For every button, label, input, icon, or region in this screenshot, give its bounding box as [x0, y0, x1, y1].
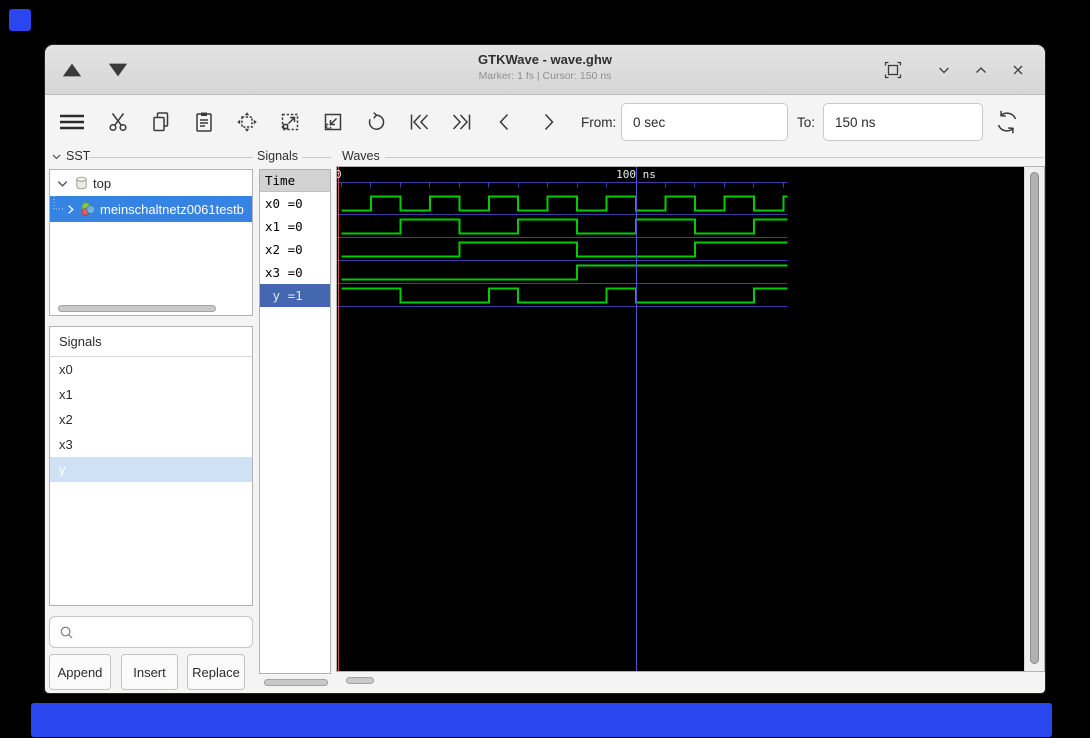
sst-frame-label: SST: [51, 149, 90, 163]
wave-hscrollbar[interactable]: [346, 677, 374, 684]
signal-row-x3[interactable]: x3 =0: [260, 261, 330, 284]
collapse-chevron-icon[interactable]: [56, 177, 69, 190]
wave-vscrollbar-track: [1024, 167, 1044, 671]
sst-header-text: SST: [66, 149, 91, 163]
zoom-out-icon: [324, 113, 342, 131]
browser-signal-y[interactable]: y: [50, 457, 252, 482]
menu-button[interactable]: [57, 110, 87, 134]
from-input[interactable]: [621, 103, 788, 141]
step-left-icon: [499, 113, 509, 131]
skip-to-start-icon: [410, 114, 429, 130]
signal-pane-hscrollbar-track: [259, 678, 331, 688]
wave-canvas[interactable]: 0 100 ns: [337, 167, 1024, 671]
signals-frame-line: [302, 157, 331, 158]
to-label: To:: [797, 114, 816, 130]
titlebar: GTKWave - wave.ghw Marker: 1 fs | Cursor…: [45, 45, 1045, 95]
reload-icon: [997, 110, 1017, 134]
signal-pane-hscrollbar[interactable]: [264, 679, 328, 686]
paste-button[interactable]: [192, 110, 216, 134]
tree-item-top[interactable]: top: [50, 170, 252, 196]
search-input[interactable]: [80, 624, 252, 640]
copy-button[interactable]: [149, 110, 173, 134]
chevron-down-icon: [939, 67, 949, 74]
signals-frame-label: Signals: [257, 149, 298, 163]
cut-button[interactable]: [106, 110, 130, 134]
browser-signal-x3[interactable]: x3: [50, 432, 252, 457]
svg-text:0: 0: [337, 168, 342, 181]
zoom-fit-button[interactable]: [235, 110, 259, 134]
zoom-in-button[interactable]: [278, 110, 302, 134]
signal-row-y[interactable]: y =1: [260, 284, 330, 307]
maximize-button[interactable]: [970, 59, 992, 81]
waves-frame-label: Waves: [342, 149, 380, 163]
component-icon: [80, 201, 96, 217]
signal-name-pane: Time x0 =0 x1 =0 x2 =0 x3 =0 y =1: [259, 169, 331, 674]
signal-row-x0[interactable]: x0 =0: [260, 192, 330, 215]
shift-up-button[interactable]: [61, 59, 83, 81]
undo-button[interactable]: [364, 110, 388, 134]
down-triangle-icon: [108, 63, 128, 77]
zoom-in-icon: [281, 113, 299, 131]
signal-row-x1[interactable]: x1 =0: [260, 215, 330, 238]
sst-horizontal-scrollbar[interactable]: [58, 305, 216, 312]
skip-to-start-button[interactable]: [407, 110, 431, 134]
wave-vscrollbar[interactable]: [1030, 172, 1039, 664]
menu-icon: [60, 114, 84, 130]
signal-browser-panel: Signals x0 x1 x2 x3 y: [49, 326, 253, 606]
expand-chevron-icon[interactable]: [64, 203, 77, 216]
desktop-accent-bar: [31, 703, 1052, 737]
step-right-button[interactable]: [536, 110, 560, 134]
wave-hscrollbar-track: [337, 676, 1044, 686]
sst-tree-panel: top meinschaltnetz0061testb: [49, 169, 253, 316]
to-input[interactable]: [823, 103, 983, 141]
close-button[interactable]: [1007, 59, 1029, 81]
from-label: From:: [581, 114, 617, 130]
svg-text:100 ns: 100 ns: [616, 168, 656, 181]
zoom-out-button[interactable]: [321, 110, 345, 134]
wave-canvas-frame: 0 100 ns: [336, 166, 1045, 672]
signal-search-box: [49, 616, 253, 648]
sst-frame-line: [89, 157, 253, 158]
close-icon: [1013, 65, 1023, 75]
collapse-chevron-icon[interactable]: [51, 151, 62, 162]
toolbar: From: To:: [45, 95, 1045, 149]
paste-icon: [196, 112, 212, 132]
signal-row-x2[interactable]: x2 =0: [260, 238, 330, 261]
reload-button[interactable]: [993, 108, 1021, 136]
tree-item-meinschaltnetz0061testb[interactable]: meinschaltnetz0061testb: [50, 196, 252, 222]
tree-item-label: top: [93, 175, 112, 191]
tree-item-label: meinschaltnetz0061testb: [100, 201, 244, 217]
zoom-fit-icon: [237, 112, 257, 132]
desktop-accent-square: [9, 9, 31, 31]
restore-icon: [884, 61, 902, 79]
up-triangle-icon: [62, 63, 82, 77]
step-left-button[interactable]: [493, 110, 517, 134]
signal-browser-header: Signals: [50, 327, 252, 357]
browser-signal-x2[interactable]: x2: [50, 407, 252, 432]
shift-down-button[interactable]: [107, 59, 129, 81]
cut-icon: [109, 113, 127, 132]
step-right-icon: [544, 113, 554, 131]
chevron-up-icon: [976, 67, 986, 73]
search-icon: [60, 626, 73, 639]
gtkwave-window: GTKWave - wave.ghw Marker: 1 fs | Cursor…: [44, 44, 1046, 694]
browser-signal-x0[interactable]: x0: [50, 357, 252, 382]
waves-frame-line: [385, 157, 1044, 158]
time-header: Time: [260, 170, 330, 192]
skip-to-end-icon: [452, 114, 471, 130]
minimize-button[interactable]: [933, 59, 955, 81]
module-icon: [74, 175, 89, 191]
skip-to-end-button[interactable]: [450, 110, 474, 134]
replace-button[interactable]: Replace: [187, 654, 245, 690]
tree-branch-line: [53, 196, 63, 210]
restore-button[interactable]: [882, 59, 904, 81]
copy-icon: [153, 112, 169, 132]
append-button[interactable]: Append: [49, 654, 111, 690]
undo-icon: [368, 112, 385, 130]
browser-signal-x1[interactable]: x1: [50, 382, 252, 407]
insert-button[interactable]: Insert: [121, 654, 178, 690]
